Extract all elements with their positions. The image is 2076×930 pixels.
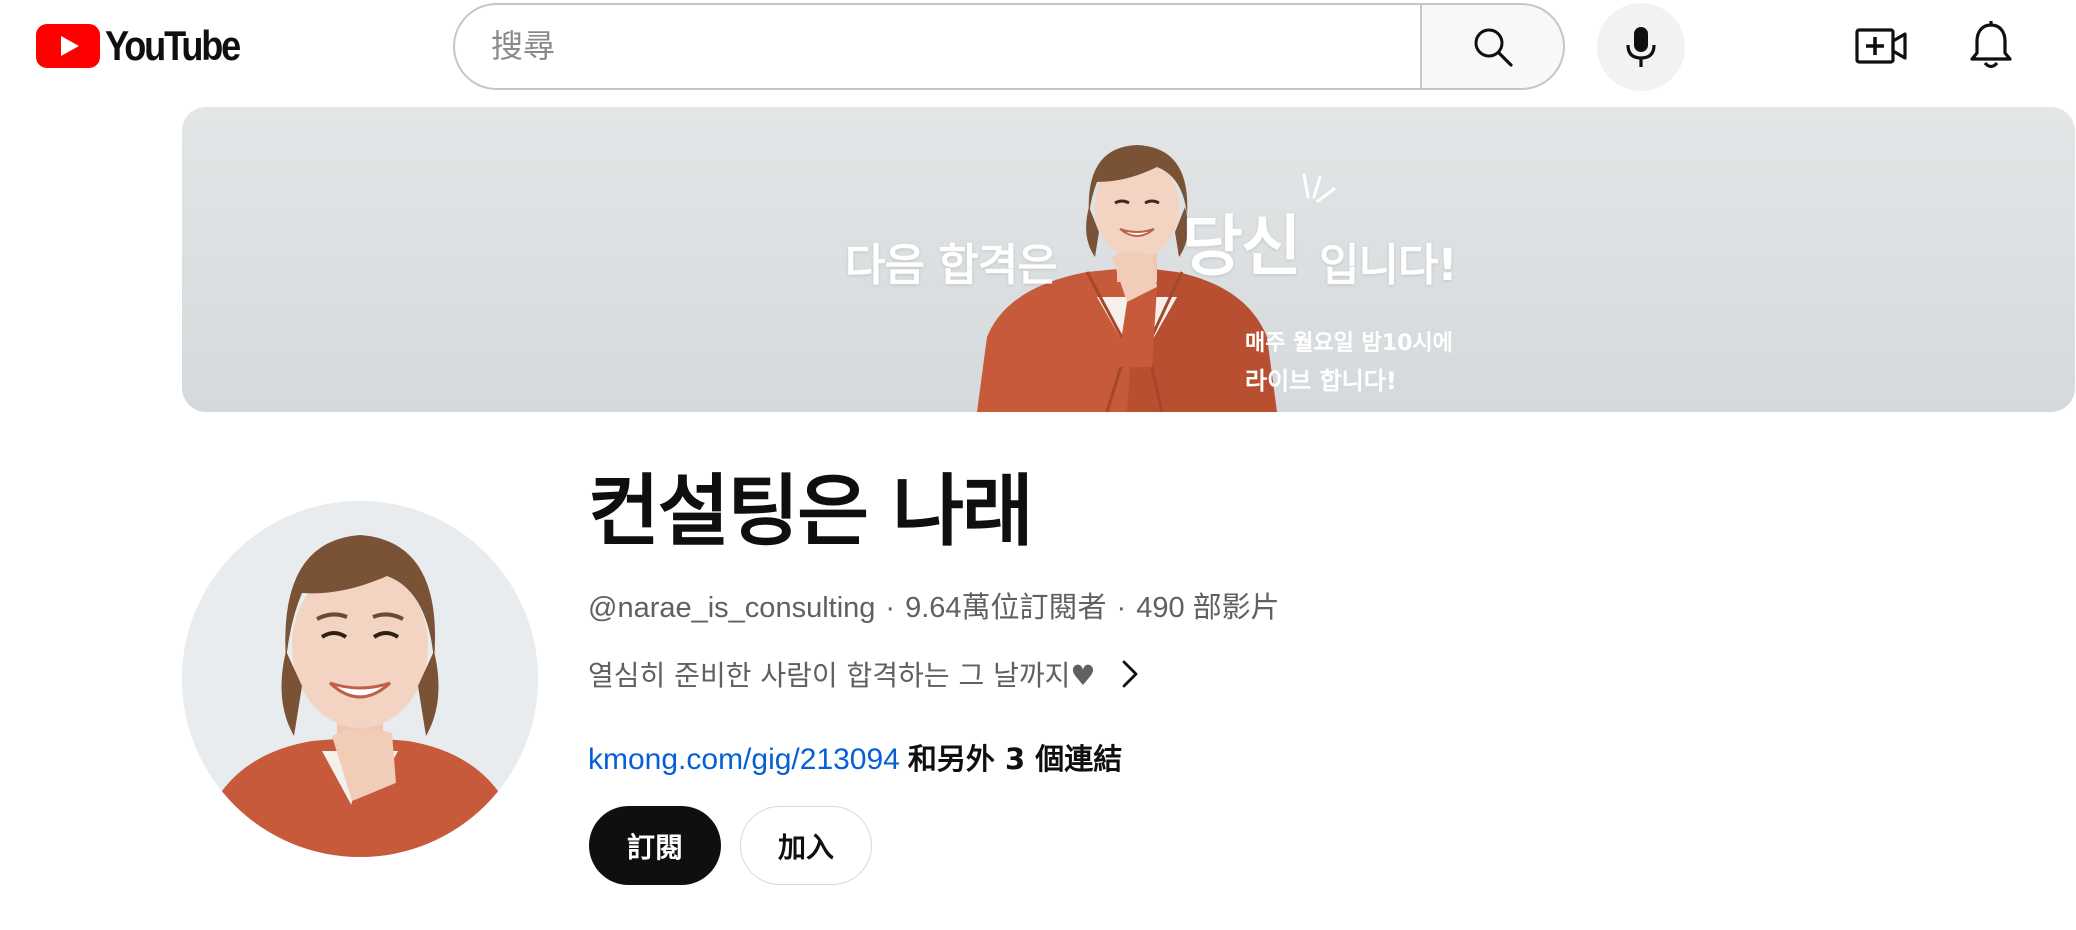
video-count: 490 部影片 <box>1136 592 1280 624</box>
top-bar: YouTube <box>0 0 2076 94</box>
voice-search-button[interactable] <box>1597 3 1685 91</box>
channel-name: 컨설팅은 나래 <box>588 467 1034 557</box>
channel-external-link[interactable]: kmong.com/gig/213094 <box>588 743 900 776</box>
banner-text-highlight: 당신 <box>1182 208 1301 285</box>
avatar-image <box>182 501 538 857</box>
chevron-right-icon[interactable] <box>1120 659 1140 689</box>
banner-live: 라이브 합니다! <box>1245 367 1397 395</box>
subscriber-count: 9.64萬位訂閱者 <box>905 592 1107 624</box>
bell-icon <box>1970 21 2012 69</box>
banner-text-c: 입니다! <box>1319 240 1458 291</box>
join-button[interactable]: 加入 <box>740 806 872 885</box>
search-button[interactable] <box>1420 3 1565 90</box>
meta-separator: · <box>1116 592 1127 624</box>
channel-avatar[interactable] <box>182 501 538 857</box>
channel-meta: @narae_is_consulting · 9.64萬位訂閱者 · 490 部影片 <box>588 584 1280 626</box>
channel-handle: @narae_is_consulting <box>588 592 876 624</box>
logo-text: YouTube <box>105 22 241 69</box>
youtube-play-icon <box>36 24 100 68</box>
channel-links: kmong.com/gig/213094 和另外 3 個連結 <box>588 736 1122 778</box>
create-button[interactable] <box>1853 20 1909 72</box>
search-bar <box>453 3 1565 90</box>
more-links-button[interactable]: 和另外 3 個連結 <box>908 742 1122 776</box>
description-text: 열심히 준비한 사람이 합격하는 그 날까지♥ <box>588 659 1096 692</box>
meta-separator: · <box>885 592 896 624</box>
search-icon <box>1474 28 1513 67</box>
banner-schedule: 매주 월요일 밤10시에 <box>1245 331 1453 356</box>
channel-description[interactable]: 열심히 준비한 사람이 합격하는 그 날까지♥ <box>588 654 1140 694</box>
youtube-logo[interactable]: YouTube <box>36 22 261 70</box>
banner-text-a: 다음 합격은 <box>845 240 1058 291</box>
channel-banner: 다음 합격은 당신 입니다! 매주 월요일 밤10시에 라이브 합니다! <box>182 107 2075 412</box>
video-add-icon <box>1855 28 1907 64</box>
notifications-button[interactable] <box>1963 16 2019 76</box>
microphone-icon <box>1626 27 1656 67</box>
search-input[interactable] <box>453 3 1420 90</box>
subscribe-button[interactable]: 訂閱 <box>589 806 721 885</box>
sparkle-icon <box>1302 173 1336 203</box>
